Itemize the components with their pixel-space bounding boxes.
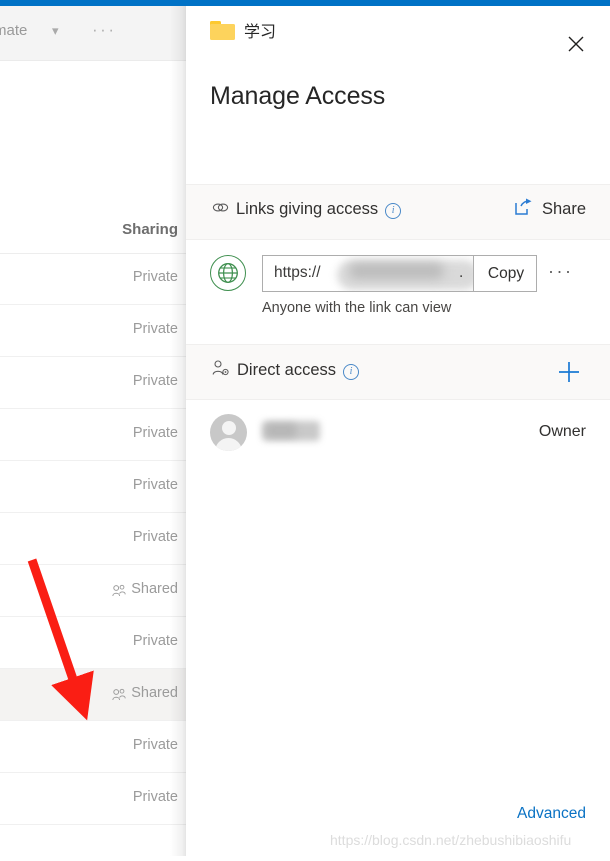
links-section-title-group: Links giving access i bbox=[212, 200, 402, 219]
watermark-text: https://blog.csdn.net/zhebushibiaoshifu bbox=[330, 832, 572, 848]
direct-access-person-row[interactable]: Owner bbox=[186, 400, 610, 478]
row-sharing-cell: Shared bbox=[112, 581, 178, 597]
link-url-value: https:// bbox=[274, 264, 321, 281]
direct-access-title-group: Direct access i bbox=[212, 360, 360, 381]
copy-button-label: Copy bbox=[487, 265, 525, 282]
table-row[interactable]: Private bbox=[0, 617, 186, 669]
link-chain-icon bbox=[212, 200, 229, 219]
table-row[interactable]: Shared bbox=[0, 669, 186, 721]
close-icon[interactable] bbox=[560, 28, 592, 60]
page-title: Manage Access bbox=[210, 82, 386, 110]
advanced-link[interactable]: Advanced bbox=[517, 805, 586, 823]
people-icon bbox=[112, 688, 126, 701]
screenshot-root: mate ▾ ··· Sharing Private Private Private… bbox=[0, 0, 610, 861]
table-row[interactable]: Shared bbox=[0, 565, 186, 617]
background-list-app: mate ▾ ··· Sharing Private Private Private… bbox=[0, 6, 186, 861]
table-row[interactable]: Private bbox=[0, 461, 186, 513]
link-url-trailing: . bbox=[459, 264, 464, 281]
link-url-field[interactable]: https:// . bbox=[262, 255, 474, 292]
direct-access-section-header: Direct access i bbox=[186, 344, 610, 400]
column-header-sharing[interactable]: Sharing bbox=[0, 211, 186, 254]
avatar bbox=[210, 414, 247, 451]
info-icon[interactable]: i bbox=[385, 202, 402, 219]
link-description: Anyone with the link can view bbox=[262, 300, 452, 316]
table-row[interactable]: Private bbox=[0, 409, 186, 461]
table-row[interactable]: Private bbox=[0, 721, 186, 773]
table-row[interactable]: Private bbox=[0, 773, 186, 825]
links-section-header: Links giving access i Share bbox=[186, 184, 610, 240]
link-overflow-button[interactable]: ··· bbox=[548, 261, 573, 282]
plus-icon[interactable] bbox=[554, 357, 584, 387]
share-icon bbox=[513, 198, 533, 221]
manage-access-panel: 学习 Manage Access Links giving access i S… bbox=[186, 6, 610, 861]
table-row[interactable]: Private bbox=[0, 513, 186, 565]
redacted-url-blur-inner bbox=[349, 263, 444, 279]
globe-icon bbox=[210, 255, 246, 291]
person-role-label: Owner bbox=[538, 423, 586, 440]
info-icon[interactable]: i bbox=[343, 363, 360, 380]
people-icon bbox=[112, 584, 126, 597]
table-row[interactable]: Private bbox=[0, 253, 186, 305]
folder-icon bbox=[210, 20, 235, 40]
table-row[interactable]: Private bbox=[0, 305, 186, 357]
person-settings-icon bbox=[212, 360, 230, 381]
app-toolbar: mate ▾ ··· bbox=[0, 6, 186, 61]
panel-drop-shadow bbox=[170, 6, 186, 861]
redacted-person-name-inner bbox=[266, 424, 296, 437]
share-button-label: Share bbox=[541, 200, 586, 218]
toolbar-automate-button[interactable]: mate bbox=[0, 22, 27, 39]
folder-breadcrumb: 学习 bbox=[210, 18, 276, 42]
toolbar-overflow-button[interactable]: ··· bbox=[92, 20, 116, 40]
folder-name: 学习 bbox=[244, 22, 277, 41]
bottom-strip bbox=[0, 856, 610, 861]
direct-access-title: Direct access bbox=[237, 361, 337, 379]
row-sharing-cell: Shared bbox=[112, 685, 178, 701]
chevron-down-icon[interactable]: ▾ bbox=[52, 23, 59, 39]
share-button[interactable]: Share bbox=[513, 198, 586, 221]
table-row[interactable]: Private bbox=[0, 357, 186, 409]
copy-button[interactable]: Copy bbox=[473, 255, 537, 292]
links-section-title: Links giving access bbox=[236, 200, 379, 218]
sharing-rows: Private Private Private Private Private Priva… bbox=[0, 253, 186, 825]
link-row: https:// . Copy ··· Anyone with the link… bbox=[186, 240, 610, 344]
panel-header: 学习 Manage Access bbox=[186, 6, 610, 184]
